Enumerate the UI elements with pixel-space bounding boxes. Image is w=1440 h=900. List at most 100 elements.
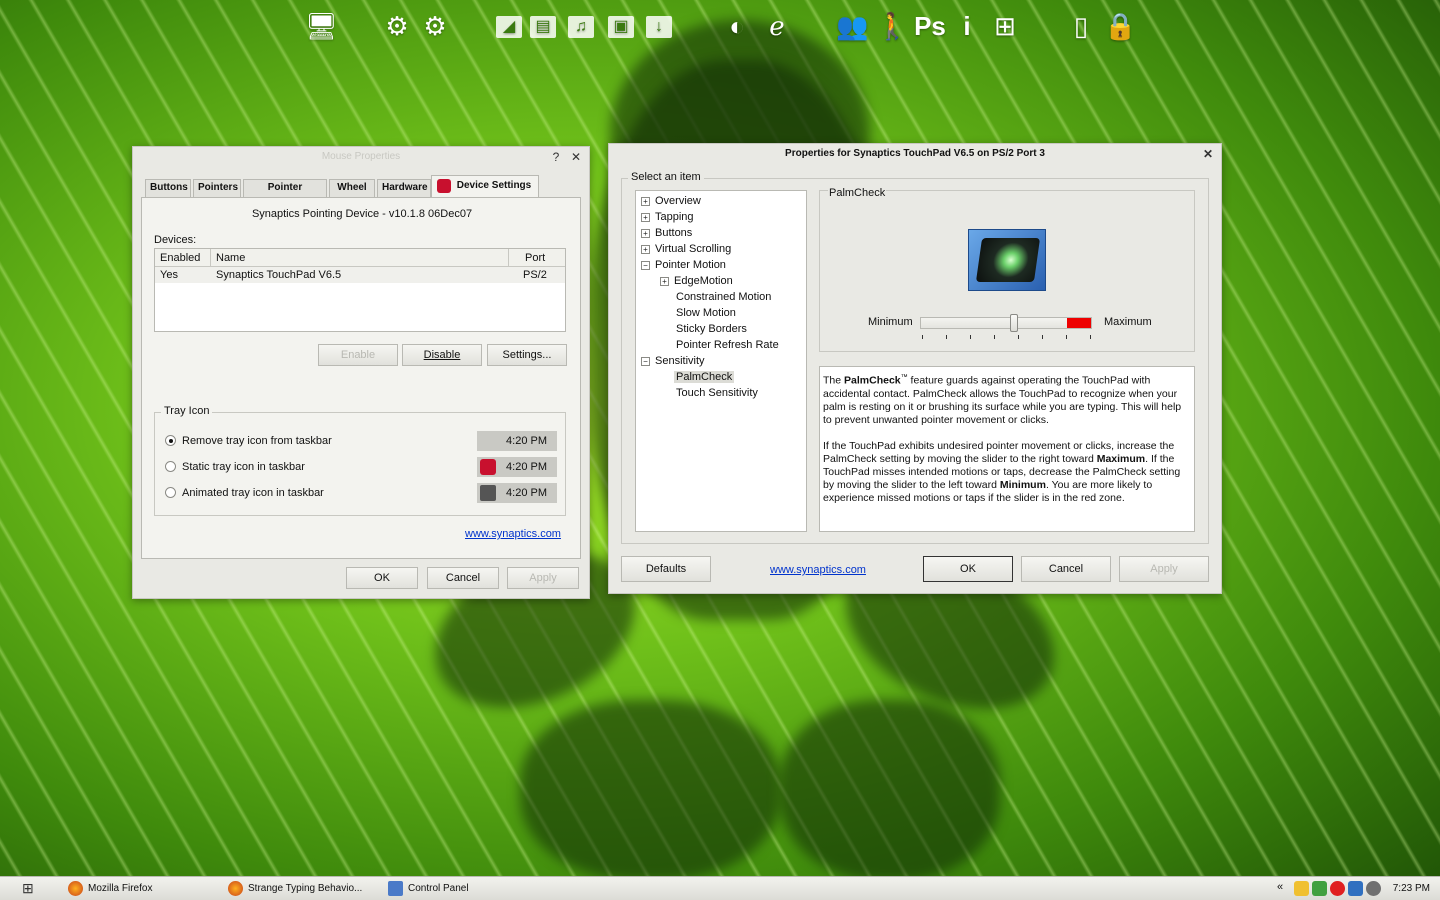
- music-icon[interactable]: ♫: [568, 16, 594, 38]
- palmcheck-slider[interactable]: [920, 314, 1092, 332]
- photoshop-icon[interactable]: Ps: [910, 10, 950, 42]
- collapse-icon[interactable]: −: [641, 261, 650, 270]
- expand-icon[interactable]: +: [641, 245, 650, 254]
- firefox-icon[interactable]: ◐: [722, 10, 752, 42]
- tab-device-settings[interactable]: Device Settings: [431, 175, 539, 197]
- synaptics-tray-icon: [480, 459, 496, 475]
- synaptics-link[interactable]: www.synaptics.com: [465, 528, 561, 540]
- tree-item-tapping[interactable]: + Tapping: [641, 209, 694, 225]
- lock-icon[interactable]: 🔒: [1104, 10, 1136, 42]
- window-title: Properties for Synaptics TouchPad V6.5 o…: [785, 148, 1045, 159]
- info-icon[interactable]: i: [952, 10, 982, 42]
- tree-label: Sticky Borders: [676, 323, 747, 335]
- tree-item-virtual-scrolling[interactable]: + Virtual Scrolling: [641, 241, 731, 257]
- radio-indicator: [165, 461, 176, 472]
- group-title: PalmCheck: [828, 187, 887, 199]
- enable-button[interactable]: Enable: [318, 344, 398, 366]
- tree-item-palmcheck[interactable]: PalmCheck: [674, 369, 735, 385]
- close-button[interactable]: ✕: [1199, 144, 1217, 164]
- desc-bold: PalmCheck: [844, 374, 901, 387]
- cell-port: PS/2: [523, 269, 547, 281]
- tab-hardware[interactable]: Hardware: [377, 179, 431, 197]
- slider-thumb[interactable]: [1010, 314, 1018, 332]
- apply-button[interactable]: Apply: [507, 567, 579, 589]
- tab-pointer-options[interactable]: Pointer Options: [243, 179, 327, 209]
- radio-static-tray-icon[interactable]: Static tray icon in taskbar: [165, 459, 305, 475]
- media-icon[interactable]: ◢: [496, 16, 522, 38]
- gear-icon[interactable]: ⚙: [420, 10, 450, 42]
- monitor-icon[interactable]: 🖥: [305, 10, 338, 42]
- battery-icon[interactable]: ▯: [1066, 10, 1096, 42]
- expand-icon[interactable]: +: [660, 277, 669, 286]
- aim-tray-icon[interactable]: [1330, 881, 1345, 896]
- tab-buttons[interactable]: Buttons: [145, 179, 191, 197]
- slider-tick: [1066, 335, 1067, 339]
- task-label: Strange Typing Behavio...: [248, 883, 363, 894]
- tab-wheel[interactable]: Wheel: [329, 179, 375, 197]
- slider-red-zone: [1067, 318, 1091, 328]
- tree-item-constrained-motion[interactable]: Constrained Motion: [676, 289, 771, 305]
- apply-button[interactable]: Apply: [1119, 556, 1209, 582]
- defaults-button[interactable]: Defaults: [621, 556, 711, 582]
- mouse-properties-titlebar[interactable]: Mouse Properties ? ✕: [133, 147, 589, 167]
- expand-icon[interactable]: +: [641, 229, 650, 238]
- tree-item-overview[interactable]: + Overview: [641, 193, 701, 209]
- network-icon[interactable]: ⊞: [990, 10, 1020, 42]
- tree-item-sticky-borders[interactable]: Sticky Borders: [676, 321, 747, 337]
- desc-bold: Minimum: [999, 478, 1046, 491]
- disable-button[interactable]: Disable: [402, 344, 482, 366]
- task-strange-typing[interactable]: Strange Typing Behavio...: [226, 880, 376, 898]
- column-port[interactable]: Port: [509, 249, 565, 267]
- tree-item-sensitivity[interactable]: − Sensitivity: [641, 353, 705, 369]
- task-control-panel[interactable]: Control Panel: [386, 880, 536, 898]
- tray-chevron[interactable]: «: [1277, 881, 1283, 893]
- desc-text: The: [823, 374, 845, 387]
- tree-label: Slow Motion: [676, 307, 736, 319]
- tree-item-edgemotion[interactable]: + EdgeMotion: [660, 273, 733, 289]
- synaptics-link[interactable]: www.synaptics.com: [770, 564, 866, 576]
- radio-remove-tray-icon[interactable]: Remove tray icon from taskbar: [165, 433, 332, 449]
- tree-item-touch-sensitivity[interactable]: Touch Sensitivity: [676, 385, 758, 401]
- collapse-icon[interactable]: −: [641, 357, 650, 366]
- volume-tray-icon[interactable]: [1366, 881, 1381, 896]
- column-enabled[interactable]: Enabled: [155, 249, 211, 267]
- user-walk-icon[interactable]: 🚶: [876, 10, 908, 42]
- tree-label: Overview: [655, 195, 701, 207]
- task-mozilla-firefox[interactable]: Mozilla Firefox: [66, 880, 216, 898]
- document-icon[interactable]: ▤: [530, 16, 556, 38]
- touchpad-tray-icon: [480, 485, 496, 501]
- column-name[interactable]: Name: [211, 249, 509, 267]
- settings-button[interactable]: Settings...: [487, 344, 567, 366]
- cancel-button[interactable]: Cancel: [427, 567, 499, 589]
- gear-icon[interactable]: ⚙: [382, 10, 412, 42]
- notes-tray-icon[interactable]: [1294, 881, 1309, 896]
- cancel-button[interactable]: Cancel: [1021, 556, 1111, 582]
- picture-icon[interactable]: ▣: [608, 16, 634, 38]
- table-row[interactable]: Yes Synaptics TouchPad V6.5 PS/2: [155, 267, 565, 283]
- device-title: Synaptics Pointing Device - v10.1.8 06De…: [251, 208, 473, 220]
- synaptics-properties-titlebar[interactable]: Properties for Synaptics TouchPad V6.5 o…: [609, 144, 1221, 164]
- internet-explorer-icon[interactable]: ℯ: [762, 10, 792, 42]
- tab-pointers[interactable]: Pointers: [193, 179, 241, 197]
- close-button[interactable]: ✕: [567, 147, 585, 167]
- sync-tray-icon[interactable]: [1348, 881, 1363, 896]
- network-tray-icon[interactable]: [1312, 881, 1327, 896]
- ok-button[interactable]: OK: [923, 556, 1013, 582]
- help-button[interactable]: ?: [547, 147, 565, 167]
- users-icon[interactable]: 👥: [836, 10, 868, 42]
- tree-item-slow-motion[interactable]: Slow Motion: [676, 305, 736, 321]
- radio-animated-tray-icon[interactable]: Animated tray icon in taskbar: [165, 485, 324, 501]
- download-icon[interactable]: ↓: [646, 16, 672, 38]
- tree-item-buttons[interactable]: + Buttons: [641, 225, 692, 241]
- devices-table: Enabled Name Port Yes Synaptics TouchPad…: [154, 248, 566, 332]
- tree-item-pointer-motion[interactable]: − Pointer Motion: [641, 257, 726, 273]
- ok-button[interactable]: OK: [346, 567, 418, 589]
- radio-indicator: [165, 487, 176, 498]
- expand-icon[interactable]: +: [641, 213, 650, 222]
- taskbar-clock[interactable]: 7:23 PM: [1393, 880, 1430, 898]
- expand-icon[interactable]: +: [641, 197, 650, 206]
- tree-item-pointer-refresh-rate[interactable]: Pointer Refresh Rate: [676, 337, 779, 353]
- start-button[interactable]: ⊞: [22, 880, 34, 897]
- top-dock: 🖥 ⚙ ⚙ ◢ ▤ ♫ ▣ ↓ ◐ ℯ 👥 🚶 Ps i ⊞ ▯ 🔒: [0, 6, 1440, 46]
- table-header: Enabled Name Port: [155, 249, 565, 267]
